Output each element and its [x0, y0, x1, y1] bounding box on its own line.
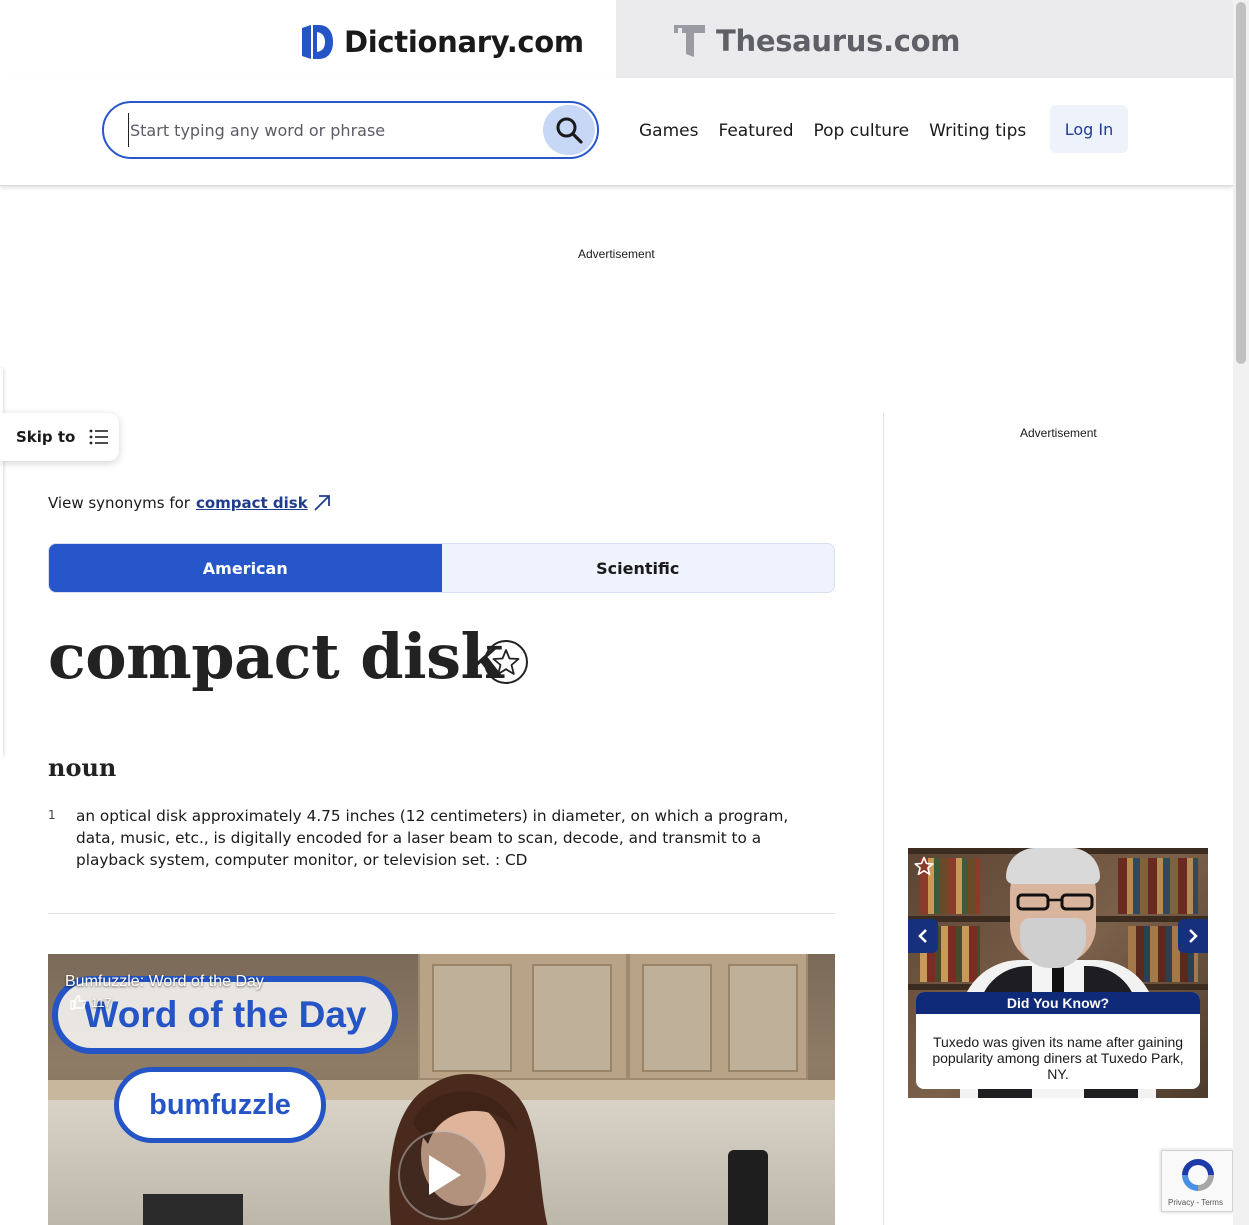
skip-to-label: Skip to — [16, 428, 76, 446]
site-header: Games Featured Pop culture Writing tips … — [0, 78, 1233, 186]
carousel-next-button[interactable] — [1178, 919, 1208, 953]
video-likes[interactable]: 117 — [70, 995, 112, 1010]
dictionary-source-tabs: American Scientific — [48, 543, 835, 593]
did-you-know-card: Did You Know? Tuxedo was given its name … — [916, 992, 1200, 1089]
dictionary-logo-text: Dictionary.com — [344, 25, 584, 59]
dictionary-logo-icon — [302, 25, 333, 59]
widget-favorite-button[interactable] — [914, 856, 934, 880]
column-divider — [883, 413, 884, 1225]
ad-label-side: Advertisement — [1020, 426, 1097, 440]
appliance — [728, 1150, 768, 1225]
nav-writing-tips[interactable]: Writing tips — [929, 121, 1026, 141]
recaptcha-badge[interactable]: Privacy - Terms — [1161, 1150, 1233, 1212]
person-hair — [1006, 848, 1100, 884]
thesaurus-logo[interactable]: Thesaurus.com — [673, 24, 961, 58]
list-icon — [89, 429, 109, 445]
synonyms-link[interactable]: compact disk — [196, 494, 308, 512]
scrollbar-thumb[interactable] — [1236, 2, 1246, 364]
search-box — [102, 101, 599, 159]
external-arrow-icon[interactable] — [313, 494, 331, 512]
recaptcha-terms[interactable]: Privacy - Terms — [1168, 1198, 1223, 1207]
page-scrollbar[interactable] — [1233, 0, 1249, 1225]
did-you-know-widget[interactable]: Did You Know? Tuxedo was given its name … — [908, 848, 1208, 1098]
star-icon — [914, 856, 934, 876]
recaptcha-icon — [1182, 1159, 1214, 1191]
search-button[interactable] — [543, 105, 595, 155]
ad-label-top: Advertisement — [578, 247, 655, 261]
chevron-left-icon — [918, 929, 927, 943]
skip-to-button[interactable]: Skip to — [0, 413, 119, 461]
word-of-the-day-video[interactable]: Word of the Day bumfuzzle Bumfuzzle: Wor… — [48, 954, 835, 1225]
login-button[interactable]: Log In — [1050, 105, 1128, 153]
search-icon — [556, 117, 583, 144]
synonyms-prefix: View synonyms for — [48, 494, 190, 512]
likes-count: 117 — [91, 995, 112, 1010]
synonyms-link-row: View synonyms for compact disk — [48, 494, 331, 512]
thesaurus-logo-icon — [674, 25, 705, 57]
tab-american[interactable]: American — [49, 544, 442, 592]
play-icon — [429, 1155, 461, 1195]
cabinet-glass — [642, 964, 712, 1072]
appliance — [143, 1194, 243, 1225]
section-divider — [48, 913, 835, 914]
did-you-know-text: Tuxedo was given its name after gaining … — [932, 1034, 1184, 1082]
headword: compact disk — [48, 620, 503, 693]
main-nav: Games Featured Pop culture Writing tips — [639, 121, 1046, 141]
definition-number: 1 — [48, 808, 56, 822]
thesaurus-logo-text: Thesaurus.com — [716, 24, 961, 58]
nav-games[interactable]: Games — [639, 121, 698, 141]
play-button[interactable] — [398, 1130, 488, 1220]
video-title[interactable]: Bumfuzzle: Word of the Day — [65, 973, 264, 991]
chevron-right-icon — [1189, 929, 1198, 943]
featured-word-overlay: bumfuzzle — [114, 1067, 326, 1143]
cabinet-glass — [728, 964, 798, 1072]
brand-bar: Dictionary.com Thesaurus.com — [0, 0, 1233, 78]
definition-text: an optical disk approximately 4.75 inche… — [76, 807, 789, 869]
did-you-know-heading: Did You Know? — [916, 992, 1200, 1014]
nav-pop-culture[interactable]: Pop culture — [814, 121, 910, 141]
tab-scientific[interactable]: Scientific — [441, 544, 834, 592]
thumbs-up-icon — [70, 995, 86, 1010]
glasses — [1016, 893, 1094, 911]
star-icon — [492, 649, 520, 675]
books — [1118, 858, 1198, 914]
dictionary-logo[interactable]: Dictionary.com — [301, 24, 584, 60]
nav-featured[interactable]: Featured — [718, 121, 793, 141]
favorite-button[interactable] — [484, 640, 528, 684]
carousel-prev-button[interactable] — [908, 919, 938, 953]
part-of-speech: noun — [48, 753, 117, 782]
search-input[interactable] — [128, 113, 528, 147]
